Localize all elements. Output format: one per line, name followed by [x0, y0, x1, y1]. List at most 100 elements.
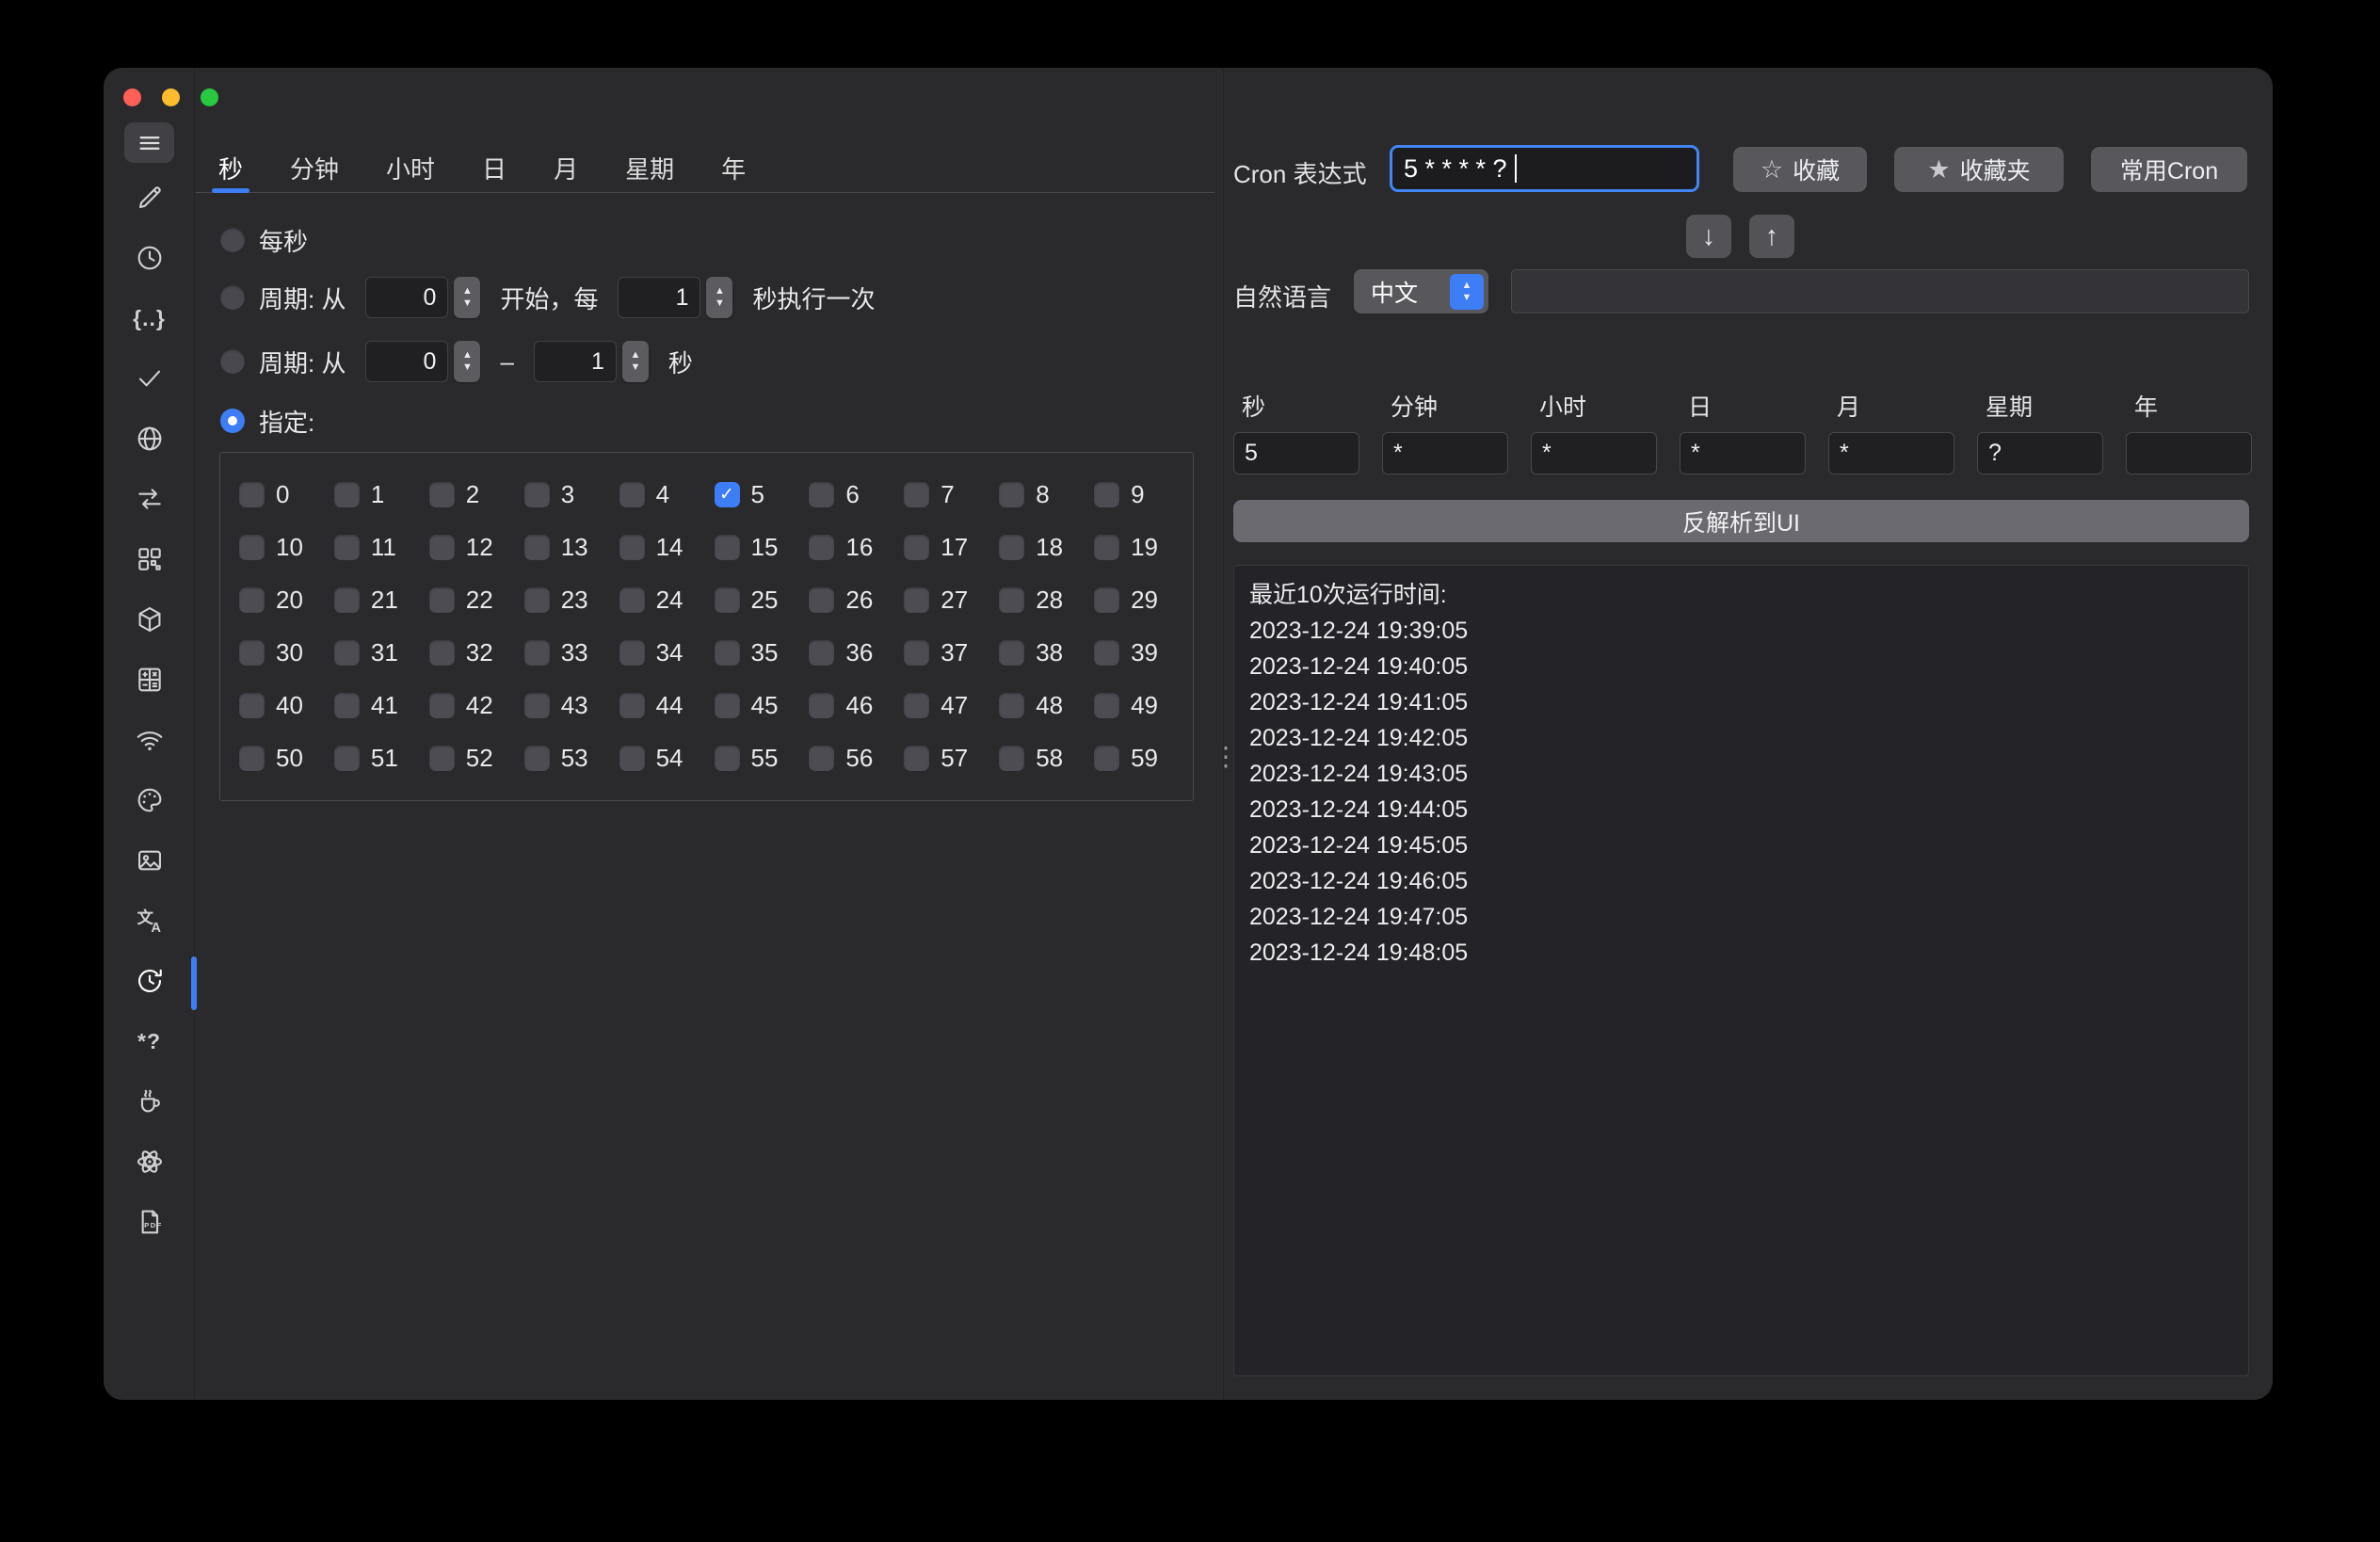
sidebar-item-pdf[interactable]: PDF — [104, 1192, 195, 1252]
second-option-12[interactable]: 12 — [422, 533, 517, 562]
stepper-control[interactable] — [454, 341, 480, 382]
second-option-4[interactable]: 4 — [612, 480, 707, 509]
sidebar-item-braces[interactable]: {..} — [104, 288, 195, 348]
second-option-8[interactable]: 8 — [991, 480, 1086, 509]
second-option-10[interactable]: 10 — [232, 533, 327, 562]
favorite-button[interactable]: ☆ 收藏 — [1733, 147, 1867, 192]
sidebar-item-translate[interactable]: 文A — [104, 891, 195, 951]
cron-field-input-minute[interactable] — [1382, 432, 1508, 474]
common-cron-button[interactable]: 常用Cron — [2091, 147, 2247, 192]
second-option-5[interactable]: 5 — [707, 480, 802, 509]
sidebar-item-regex[interactable]: *? — [104, 1011, 195, 1071]
second-option-28[interactable]: 28 — [991, 586, 1086, 615]
option-cycle-interval[interactable]: 周期: 从 开始，每 秒执行一次 — [220, 276, 875, 319]
second-option-7[interactable]: 7 — [896, 480, 991, 509]
sidebar-item-package[interactable] — [104, 589, 195, 650]
move-up-button[interactable]: ↑ — [1749, 215, 1794, 258]
second-option-29[interactable]: 29 — [1086, 586, 1182, 615]
second-option-56[interactable]: 56 — [801, 744, 896, 773]
sidebar-menu-button[interactable] — [124, 122, 174, 163]
zoom-button[interactable] — [201, 88, 218, 106]
second-option-49[interactable]: 49 — [1086, 691, 1182, 720]
second-option-57[interactable]: 57 — [896, 744, 991, 773]
tab-minutes[interactable]: 分钟 — [290, 143, 339, 192]
second-option-13[interactable]: 13 — [517, 533, 612, 562]
tab-hours[interactable]: 小时 — [386, 143, 435, 192]
sidebar-item-globe[interactable] — [104, 409, 195, 469]
sidebar-item-java[interactable] — [104, 1071, 195, 1132]
second-option-47[interactable]: 47 — [896, 691, 991, 720]
sidebar-item-wifi[interactable] — [104, 710, 195, 770]
second-option-33[interactable]: 33 — [517, 638, 612, 667]
second-option-54[interactable]: 54 — [612, 744, 707, 773]
second-option-9[interactable]: 9 — [1086, 480, 1182, 509]
favorites-folder-button[interactable]: ★ 收藏夹 — [1894, 147, 2064, 192]
tab-week[interactable]: 星期 — [625, 143, 674, 192]
second-option-42[interactable]: 42 — [422, 691, 517, 720]
option-every-second[interactable]: 每秒 — [220, 218, 308, 262]
tab-month[interactable]: 月 — [554, 143, 578, 192]
second-option-43[interactable]: 43 — [517, 691, 612, 720]
second-option-30[interactable]: 30 — [232, 638, 327, 667]
sidebar-item-image[interactable] — [104, 830, 195, 891]
language-select[interactable]: 中文 — [1354, 269, 1488, 313]
second-option-24[interactable]: 24 — [612, 586, 707, 615]
second-option-2[interactable]: 2 — [422, 480, 517, 509]
second-option-26[interactable]: 26 — [801, 586, 896, 615]
cron-field-input-year[interactable] — [2126, 432, 2252, 474]
second-option-11[interactable]: 11 — [327, 533, 422, 562]
second-option-35[interactable]: 35 — [707, 638, 802, 667]
second-option-40[interactable]: 40 — [232, 691, 327, 720]
second-option-37[interactable]: 37 — [896, 638, 991, 667]
range-to-input[interactable] — [534, 341, 617, 382]
second-option-48[interactable]: 48 — [991, 691, 1086, 720]
second-option-46[interactable]: 46 — [801, 691, 896, 720]
second-option-25[interactable]: 25 — [707, 586, 802, 615]
sidebar-item-atom[interactable] — [104, 1132, 195, 1192]
second-option-53[interactable]: 53 — [517, 744, 612, 773]
sidebar-item-encode[interactable] — [104, 529, 195, 589]
second-option-36[interactable]: 36 — [801, 638, 896, 667]
second-option-38[interactable]: 38 — [991, 638, 1086, 667]
sidebar-item-clock[interactable] — [104, 228, 195, 288]
sidebar-item-cron[interactable] — [104, 951, 195, 1011]
second-option-50[interactable]: 50 — [232, 744, 327, 773]
tab-seconds[interactable]: 秒 — [218, 143, 243, 192]
stepper-control[interactable] — [454, 277, 480, 318]
second-option-39[interactable]: 39 — [1086, 638, 1182, 667]
cron-field-input-hour[interactable] — [1531, 432, 1657, 474]
tab-day[interactable]: 日 — [482, 143, 507, 192]
second-option-41[interactable]: 41 — [327, 691, 422, 720]
second-option-22[interactable]: 22 — [422, 586, 517, 615]
cron-expression-input[interactable]: 5 * * * * ? — [1390, 145, 1699, 192]
second-option-51[interactable]: 51 — [327, 744, 422, 773]
stepper-control[interactable] — [706, 277, 732, 318]
second-option-19[interactable]: 19 — [1086, 533, 1182, 562]
option-specify[interactable]: 指定: — [220, 399, 314, 442]
second-option-18[interactable]: 18 — [991, 533, 1086, 562]
second-option-27[interactable]: 27 — [896, 586, 991, 615]
second-option-44[interactable]: 44 — [612, 691, 707, 720]
cycle-every-input[interactable] — [618, 277, 700, 318]
close-button[interactable] — [123, 88, 141, 106]
second-option-58[interactable]: 58 — [991, 744, 1086, 773]
cron-field-input-second[interactable] — [1233, 432, 1359, 474]
cycle-start-input[interactable] — [365, 277, 448, 318]
sidebar-item-swap[interactable] — [104, 469, 195, 529]
stepper-control[interactable] — [622, 341, 649, 382]
cron-field-input-month[interactable] — [1828, 432, 1954, 474]
second-option-16[interactable]: 16 — [801, 533, 896, 562]
sidebar-item-calculator[interactable] — [104, 650, 195, 710]
reverse-parse-button[interactable]: 反解析到UI — [1233, 500, 2249, 542]
second-option-0[interactable]: 0 — [232, 480, 327, 509]
second-option-3[interactable]: 3 — [517, 480, 612, 509]
second-option-1[interactable]: 1 — [327, 480, 422, 509]
sidebar-item-palette[interactable] — [104, 770, 195, 830]
tab-year[interactable]: 年 — [721, 143, 746, 192]
second-option-21[interactable]: 21 — [327, 586, 422, 615]
move-down-button[interactable]: ↓ — [1686, 215, 1731, 258]
pane-divider-handle[interactable]: ⋮ — [1213, 741, 1233, 772]
second-option-6[interactable]: 6 — [801, 480, 896, 509]
second-option-31[interactable]: 31 — [327, 638, 422, 667]
second-option-32[interactable]: 32 — [422, 638, 517, 667]
